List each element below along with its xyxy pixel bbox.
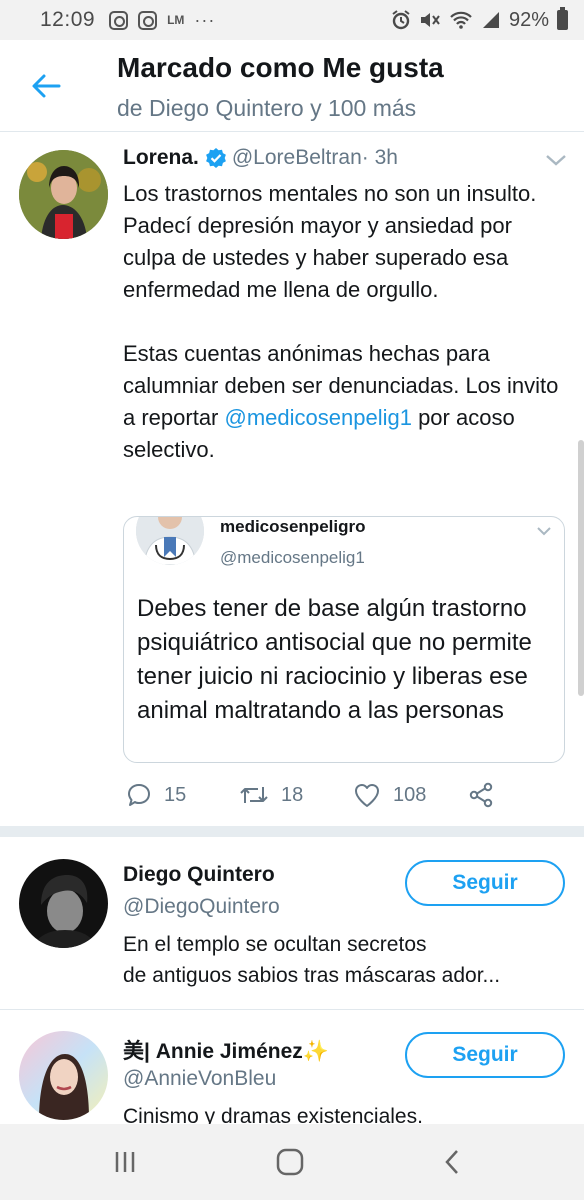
back-button[interactable] xyxy=(26,66,66,106)
chevron-down-icon xyxy=(537,527,551,536)
user-handle: @DiegoQuintero xyxy=(123,895,280,918)
status-time: 12:09 xyxy=(40,8,96,31)
reply-count: 15 xyxy=(164,783,187,806)
user-name[interactable]: 美| Annie Jiménez✨ xyxy=(123,1035,329,1065)
tweet-paragraph: Estas cuentas anónimas hechas para calum… xyxy=(123,338,563,466)
retweet-icon xyxy=(240,787,268,803)
reply-button[interactable]: 15 xyxy=(126,782,186,808)
avatar[interactable] xyxy=(19,150,108,239)
tweet-author-name[interactable]: Lorena. xyxy=(123,146,199,170)
retweet-button[interactable]: 18 xyxy=(239,783,303,807)
chevron-down-icon xyxy=(546,155,566,166)
back-nav-button[interactable] xyxy=(432,1144,472,1180)
more-dots-icon: ··· xyxy=(194,9,216,30)
like-count: 108 xyxy=(393,783,427,806)
tweet-author-handle[interactable]: @LoreBeltran xyxy=(232,146,362,170)
mention-link[interactable]: @medicosenpelig1 xyxy=(225,405,412,430)
user-list-item[interactable]: Diego Quintero @DiegoQuintero Seguir En … xyxy=(0,837,584,1009)
user-handle: @AnnieVonBleu xyxy=(123,1067,277,1090)
tweet-actions: 15 18 108 xyxy=(123,778,563,812)
instagram-icon xyxy=(109,10,129,30)
page-header: Marcado como Me gusta de Diego Quintero … xyxy=(0,40,584,132)
tweet-timestamp: · 3h xyxy=(361,146,398,169)
share-icon xyxy=(469,782,493,808)
battery-percent: 92% xyxy=(508,8,549,31)
system-icons: 92% xyxy=(391,7,568,32)
quote-avatar xyxy=(136,517,204,565)
status-bar: 12:09 LM ··· 92% xyxy=(0,0,584,40)
retweet-count: 18 xyxy=(281,783,304,806)
scrollbar[interactable] xyxy=(578,440,584,696)
avatar[interactable] xyxy=(19,859,108,948)
section-separator xyxy=(0,826,584,837)
quote-author-name: medicosenpeligro xyxy=(220,517,366,536)
user-bio-line: En el templo se ocultan secretos xyxy=(123,933,427,956)
signal-icon xyxy=(482,12,499,28)
quote-author-handle: @medicosenpelig1 xyxy=(220,548,365,567)
quote-text: Debes tener de base algún trastorno psiq… xyxy=(137,595,532,724)
home-button[interactable] xyxy=(270,1144,310,1180)
tweet-header: Lorena. @LoreBeltran · 3h xyxy=(123,146,398,170)
share-button[interactable] xyxy=(468,782,494,808)
battery-icon xyxy=(557,7,568,30)
user-bio-line: de antiguos sabios tras máscaras ador... xyxy=(123,964,501,987)
follow-button[interactable]: Seguir xyxy=(405,1032,565,1078)
notification-icons: LM ··· xyxy=(109,10,215,31)
recent-apps-button[interactable] xyxy=(105,1144,145,1180)
tweet-text: Los trastornos mentales no son un insult… xyxy=(123,178,563,466)
user-bio-line: Cinismo y dramas existenciales. xyxy=(123,1105,423,1124)
quote-menu-button[interactable] xyxy=(536,523,552,541)
chevron-left-icon xyxy=(445,1150,458,1174)
user-name[interactable]: Diego Quintero xyxy=(123,863,275,887)
instagram-icon xyxy=(138,10,158,30)
tweet-paragraph: Los trastornos mentales no son un insult… xyxy=(123,181,537,302)
page-title: Marcado como Me gusta xyxy=(117,52,444,83)
tweet[interactable]: Lorena. @LoreBeltran · 3h Los trastornos… xyxy=(0,133,584,826)
arrow-left-icon xyxy=(32,74,61,98)
user-list-item[interactable]: 美| Annie Jiménez✨ @AnnieVonBleu Seguir C… xyxy=(0,1010,584,1124)
heart-icon xyxy=(355,784,379,807)
follow-button[interactable]: Seguir xyxy=(405,860,565,906)
user-bio: En el templo se ocultan secretos de anti… xyxy=(123,929,563,991)
mute-icon xyxy=(420,13,440,27)
home-icon xyxy=(276,1148,304,1176)
recent-apps-icon xyxy=(115,1152,135,1172)
tweet-menu-button[interactable] xyxy=(545,153,567,172)
lm-icon: LM xyxy=(167,13,185,27)
user-bio: Cinismo y dramas existenciales. xyxy=(123,1101,563,1124)
page-subtitle: de Diego Quintero y 100 más xyxy=(117,95,417,121)
system-nav-bar xyxy=(0,1124,584,1200)
avatar[interactable] xyxy=(19,1031,108,1120)
verified-badge-icon xyxy=(205,147,227,169)
reply-icon xyxy=(128,784,150,806)
wifi-icon xyxy=(450,11,472,29)
quoted-tweet[interactable]: medicosenpeligro @medicosenpelig1 Debes … xyxy=(123,516,565,763)
like-button[interactable]: 108 xyxy=(353,782,426,808)
alarm-icon xyxy=(392,10,410,30)
